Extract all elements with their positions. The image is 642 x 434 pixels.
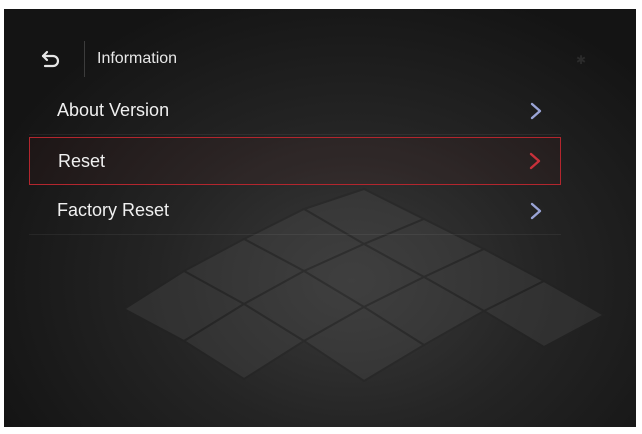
menu-item-about-version[interactable]: About Version xyxy=(29,87,561,135)
page-title: Information xyxy=(97,50,178,67)
page-header: Information xyxy=(30,36,570,82)
menu-item-reset[interactable]: Reset xyxy=(29,137,561,185)
bluetooth-icon: ✱ xyxy=(575,53,586,67)
header-divider xyxy=(84,41,85,77)
settings-menu: About Version Reset Factory Reset xyxy=(29,87,561,237)
back-arrow-icon[interactable] xyxy=(30,41,72,77)
menu-item-label: Factory Reset xyxy=(57,200,170,220)
menu-item-label: About Version xyxy=(57,100,170,120)
chevron-right-icon xyxy=(530,202,542,219)
chevron-right-icon xyxy=(529,152,541,170)
menu-item-factory-reset[interactable]: Factory Reset xyxy=(29,187,561,235)
chevron-right-icon xyxy=(530,102,542,119)
menu-item-label: Reset xyxy=(58,150,106,171)
